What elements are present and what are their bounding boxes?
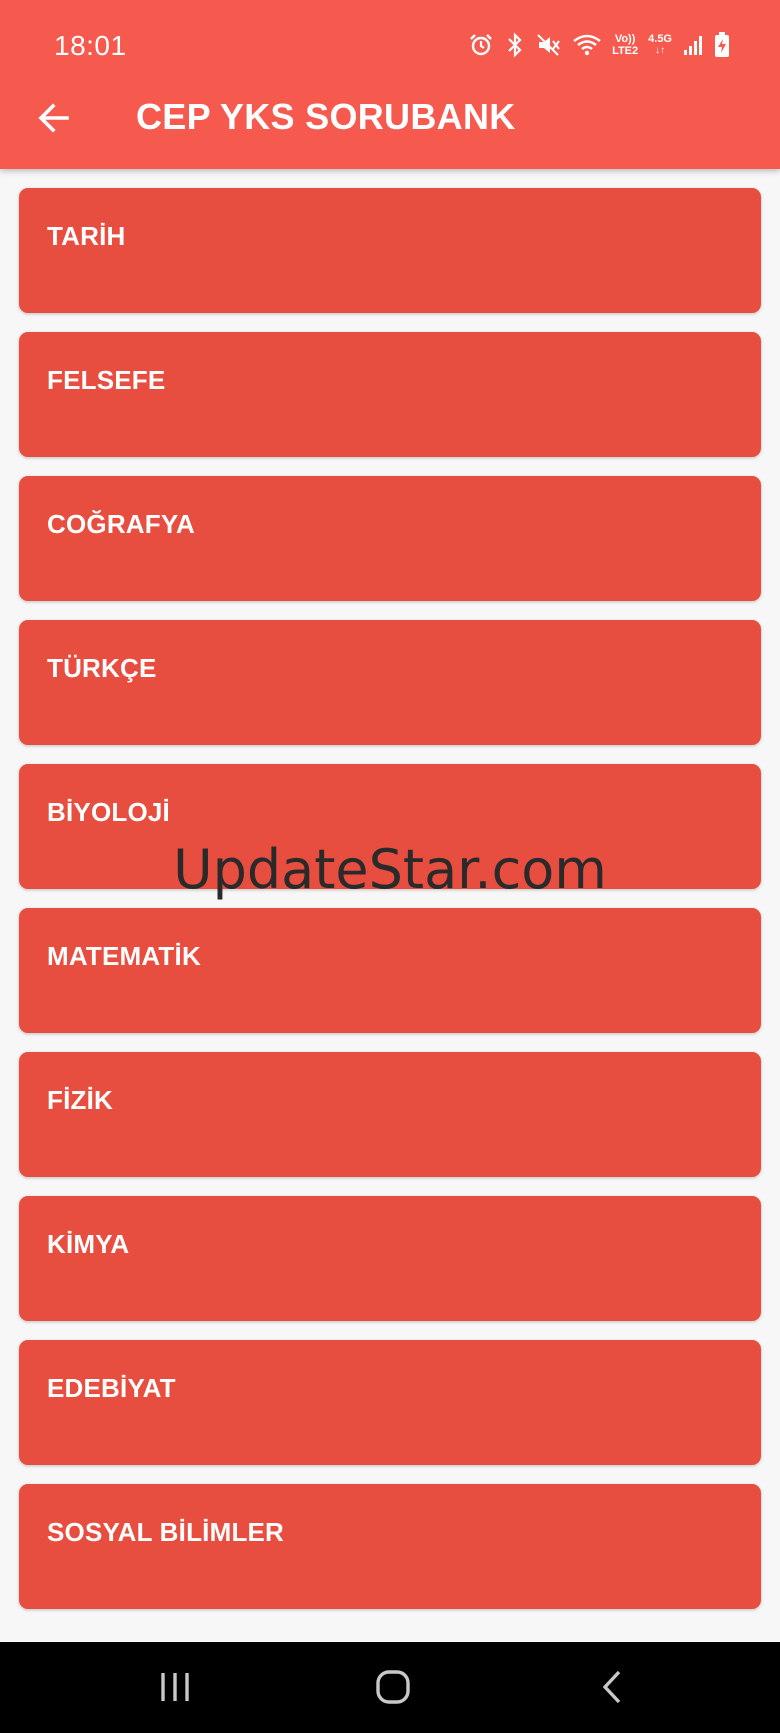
bluetooth-icon [504, 32, 526, 58]
battery-charging-icon [714, 32, 730, 58]
subject-card-tarih[interactable]: TARİH [19, 188, 761, 313]
subject-card-biyoloji[interactable]: BİYOLOJİ [19, 764, 761, 889]
subject-label: FİZİK [47, 1085, 113, 1115]
recents-icon [161, 1673, 189, 1701]
arrow-left-icon [38, 103, 69, 133]
lte-label: LTE2 [612, 45, 639, 57]
subject-label: BİYOLOJİ [47, 797, 170, 827]
subject-label: TÜRKÇE [47, 653, 157, 683]
status-bar: 18:01 Vo)) LTE2 4.5G ↓↑ [0, 20, 780, 70]
subject-card-turkce[interactable]: TÜRKÇE [19, 620, 761, 745]
status-icons: Vo)) LTE2 4.5G ↓↑ [468, 30, 730, 60]
subject-label: FELSEFE [47, 365, 166, 395]
back-icon [602, 1670, 621, 1704]
subject-card-cografya[interactable]: COĞRAFYA [19, 476, 761, 601]
subject-list: TARİH FELSEFE COĞRAFYA TÜRKÇE BİYOLOJİ M… [19, 188, 761, 1628]
volte-label: Vo)) [614, 33, 636, 45]
subject-label: SOSYAL BİLİMLER [47, 1517, 285, 1547]
alarm-icon [468, 32, 494, 58]
network-label: 4.5G [648, 33, 672, 45]
app-bar: 18:01 Vo)) LTE2 4.5G ↓↑ CEP YKS SORUBANK [0, 0, 780, 169]
navigation-bar [0, 1642, 780, 1733]
home-icon [376, 1670, 410, 1704]
back-button[interactable] [30, 94, 78, 142]
system-back-button[interactable] [582, 1662, 642, 1712]
subject-card-matematik[interactable]: MATEMATİK [19, 908, 761, 1033]
subject-card-kimya[interactable]: KİMYA [19, 1196, 761, 1321]
page-title: CEP YKS SORUBANK [136, 96, 516, 137]
subject-card-felsefe[interactable]: FELSEFE [19, 332, 761, 457]
home-button[interactable] [363, 1662, 423, 1712]
mute-icon [536, 32, 562, 58]
subject-label: MATEMATİK [47, 941, 201, 971]
subject-label: KİMYA [47, 1229, 130, 1259]
wifi-icon [572, 32, 602, 58]
volte-lte2-icon: Vo)) LTE2 [612, 33, 638, 57]
subject-label: EDEBİYAT [47, 1373, 176, 1403]
recents-button[interactable] [145, 1662, 205, 1712]
subject-card-sosyal-bilimler[interactable]: SOSYAL BİLİMLER [19, 1484, 761, 1609]
toolbar: CEP YKS SORUBANK [0, 80, 780, 155]
status-time: 18:01 [54, 30, 127, 61]
subject-label: COĞRAFYA [47, 509, 195, 539]
signal-icon [682, 33, 704, 57]
subject-label: TARİH [47, 221, 126, 251]
4-5g-icon: 4.5G ↓↑ [648, 33, 672, 56]
subject-card-edebiyat[interactable]: EDEBİYAT [19, 1340, 761, 1465]
subject-card-fizik[interactable]: FİZİK [19, 1052, 761, 1177]
